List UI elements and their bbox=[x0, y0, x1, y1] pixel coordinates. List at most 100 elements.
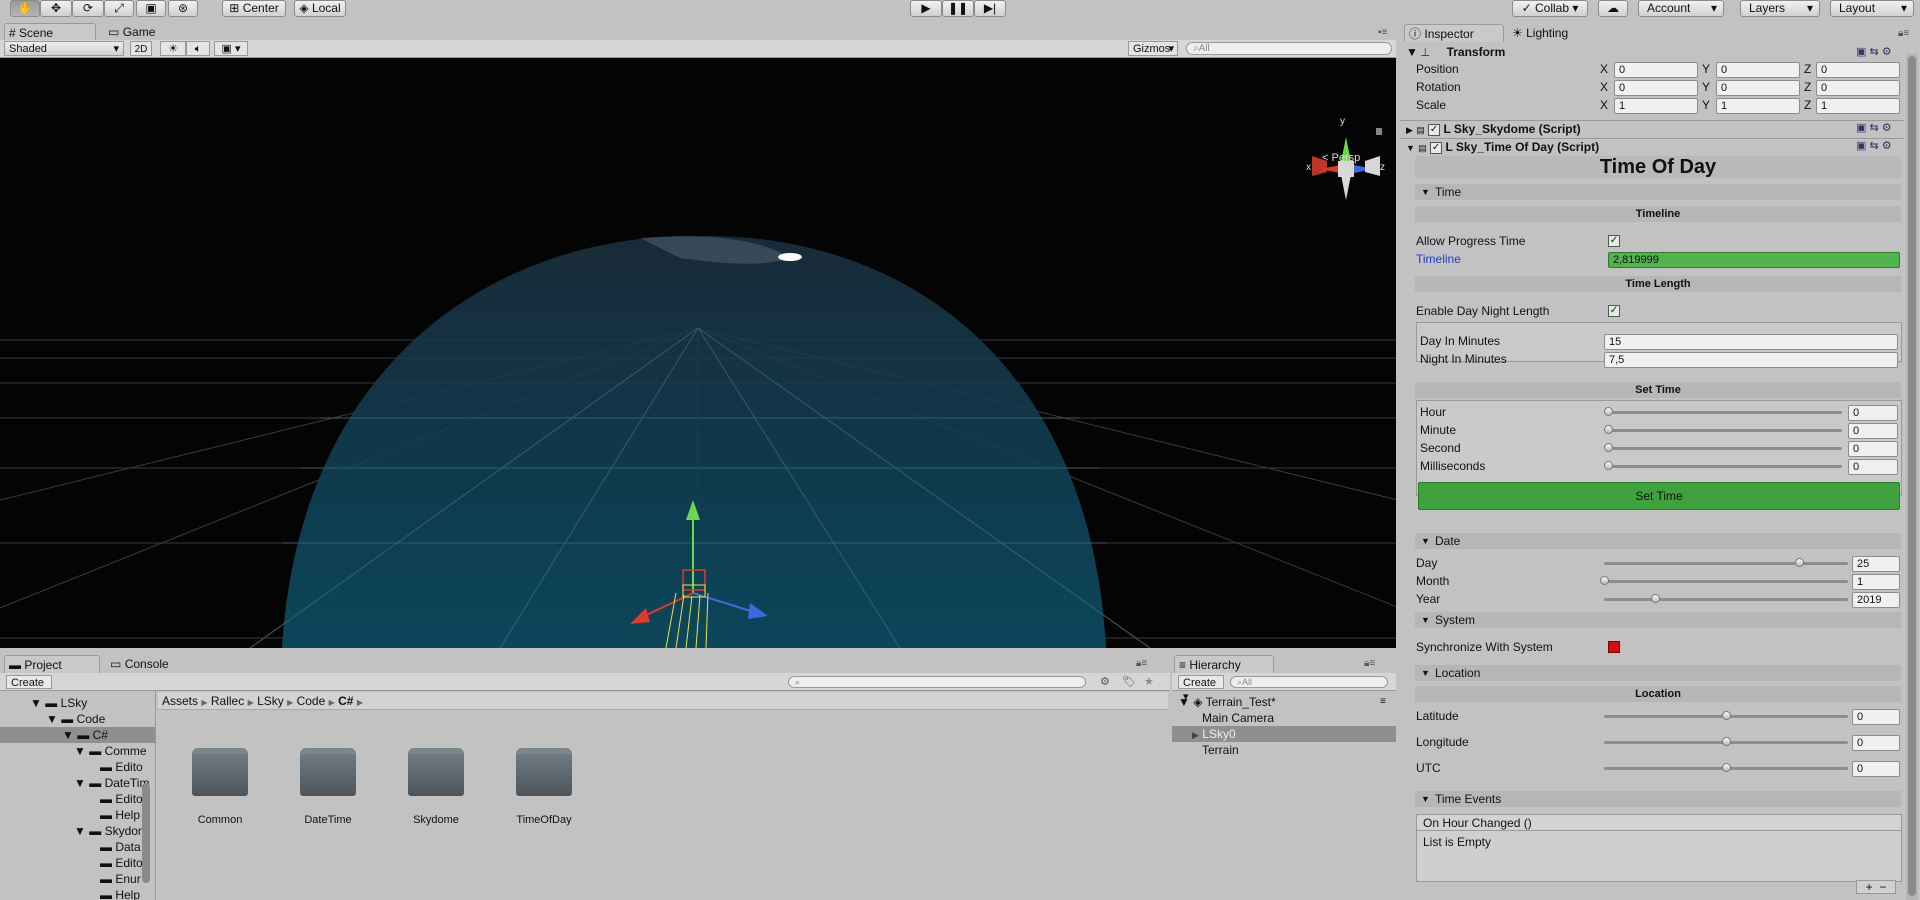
scene-audio-button[interactable]: 🔈︎ bbox=[186, 41, 210, 56]
scale-x-field[interactable]: 1 bbox=[1614, 98, 1698, 114]
location-field[interactable]: 0 bbox=[1852, 761, 1900, 777]
step-button[interactable]: ▶| bbox=[974, 0, 1006, 17]
location-field[interactable]: 0 bbox=[1852, 735, 1900, 751]
scene-lighting-button[interactable]: ☀ bbox=[160, 41, 186, 56]
scene-menu-icon[interactable]: ≡ bbox=[1380, 696, 1386, 707]
tab-lighting[interactable]: ☀ Lighting bbox=[1508, 24, 1598, 42]
date-slider[interactable] bbox=[1604, 580, 1848, 583]
breadcrumb-item[interactable]: Assets bbox=[162, 694, 198, 708]
help-icon[interactable]: ▣ ⇆ ⚙ bbox=[1856, 45, 1892, 58]
tab-game[interactable]: ▭ Game bbox=[104, 23, 174, 41]
tree-item-skydome-enum[interactable]: ▬ Enur bbox=[100, 871, 141, 887]
layout-dropdown[interactable]: Layout ▾ bbox=[1830, 0, 1914, 17]
set-time-slider[interactable] bbox=[1608, 429, 1842, 432]
gizmos-dropdown[interactable]: Gizmos ▾ bbox=[1128, 41, 1178, 56]
timeline-field[interactable]: 2,819999 bbox=[1608, 252, 1900, 268]
cloud-button[interactable]: ☁ bbox=[1598, 0, 1628, 17]
scrollbar-thumb[interactable] bbox=[1908, 56, 1916, 896]
set-time-button[interactable]: Set Time bbox=[1418, 482, 1900, 510]
set-time-slider[interactable] bbox=[1608, 411, 1842, 414]
tree-item-common[interactable]: ▼ ▬ Comme bbox=[74, 743, 147, 759]
set-time-field[interactable]: 0 bbox=[1848, 423, 1898, 439]
position-y-field[interactable]: 0 bbox=[1716, 62, 1800, 78]
location-field[interactable]: 0 bbox=[1852, 709, 1900, 725]
tab-hierarchy[interactable]: ≡ Hierarchy bbox=[1174, 655, 1274, 673]
date-slider-knob[interactable] bbox=[1600, 576, 1609, 585]
scene-search-input[interactable]: ⌕All bbox=[1186, 42, 1392, 55]
scale-z-field[interactable]: 1 bbox=[1816, 98, 1900, 114]
collab-dropdown[interactable]: ✓ Collab ▾ bbox=[1512, 0, 1588, 17]
lock-icon[interactable]: 🔒︎≡ bbox=[1898, 28, 1909, 39]
lock-icon[interactable]: 🔒︎≡ bbox=[1364, 658, 1375, 669]
pause-button[interactable]: ❚❚ bbox=[942, 0, 974, 17]
hierarchy-item-lsky0[interactable]: ▶ LSky0 bbox=[1172, 726, 1396, 742]
tree-item-skydome[interactable]: ▼ ▬ Skydon bbox=[74, 823, 145, 839]
tree-item-skydome-editor[interactable]: ▬ Edito bbox=[100, 855, 143, 871]
project-search-input[interactable]: ⌕ bbox=[788, 676, 1086, 688]
tab-inspector[interactable]: ⓘ Inspector bbox=[1404, 24, 1504, 42]
night-in-minutes-field[interactable]: 7,5 bbox=[1604, 352, 1898, 368]
transform-tool-button[interactable]: ⊛ bbox=[168, 0, 198, 17]
tab-project[interactable]: ▬ Project bbox=[4, 655, 100, 673]
day-in-minutes-field[interactable]: 15 bbox=[1604, 334, 1898, 350]
set-time-slider-knob[interactable] bbox=[1604, 443, 1613, 452]
breadcrumb-item[interactable]: LSky bbox=[257, 694, 284, 708]
date-slider[interactable] bbox=[1604, 598, 1848, 601]
set-time-field[interactable]: 0 bbox=[1848, 441, 1898, 457]
transform-header[interactable]: ▼ ⟂ Transform bbox=[1400, 44, 1904, 60]
tree-scrollbar[interactable] bbox=[142, 783, 150, 883]
folder-skydome[interactable] bbox=[406, 746, 466, 796]
layers-dropdown[interactable]: Layers ▾ bbox=[1740, 0, 1820, 17]
date-section-header[interactable]: ▼ Date bbox=[1415, 533, 1901, 549]
location-section-header[interactable]: ▼ Location bbox=[1415, 665, 1901, 681]
skydome-enabled-checkbox[interactable]: ✓ bbox=[1428, 123, 1441, 136]
set-time-slider-knob[interactable] bbox=[1604, 407, 1613, 416]
breadcrumb-item[interactable]: Rallec bbox=[211, 694, 244, 708]
date-field[interactable]: 1 bbox=[1852, 574, 1900, 590]
move-tool-button[interactable]: ✥ bbox=[40, 0, 72, 17]
tree-item-datetime-help[interactable]: ▬ Help bbox=[100, 807, 140, 823]
date-slider[interactable] bbox=[1604, 562, 1848, 565]
shading-mode-dropdown[interactable]: Shaded ▾ bbox=[4, 41, 124, 56]
hand-tool-button[interactable]: ✋ bbox=[10, 0, 40, 17]
orientation-gizmo[interactable] bbox=[1312, 128, 1382, 200]
allow-progress-checkbox[interactable]: ✓ bbox=[1608, 235, 1620, 247]
date-field[interactable]: 25 bbox=[1852, 556, 1900, 572]
hierarchy-scene-root[interactable]: ▼ ◈ Terrain_Test* bbox=[1178, 694, 1276, 710]
folder-common[interactable] bbox=[190, 746, 250, 796]
tree-item-skydome-data[interactable]: ▬ Data bbox=[100, 839, 141, 855]
rotate-tool-button[interactable]: ⟳ bbox=[72, 0, 104, 17]
date-slider-knob[interactable] bbox=[1651, 594, 1661, 603]
project-create-dropdown[interactable]: Create ▾ bbox=[6, 675, 52, 703]
toggle-2d-button[interactable]: 2D bbox=[130, 41, 152, 56]
tree-item-skydome-help[interactable]: ▬ Help bbox=[100, 887, 140, 900]
rotation-y-field[interactable]: 0 bbox=[1716, 80, 1800, 96]
date-slider-knob[interactable] bbox=[1795, 558, 1805, 567]
set-time-slider-knob[interactable] bbox=[1604, 425, 1613, 434]
scale-y-field[interactable]: 1 bbox=[1716, 98, 1800, 114]
tree-item-code[interactable]: ▼ ▬ Code bbox=[46, 711, 105, 727]
time-events-section-header[interactable]: ▼ Time Events bbox=[1415, 791, 1901, 807]
timeofday-script-header[interactable]: ▼ ▤ ✓ L Sky_Time Of Day (Script) bbox=[1400, 138, 1904, 154]
skydome-script-header[interactable]: ▶ ▤ ✓ L Sky_Skydome (Script) bbox=[1400, 120, 1904, 136]
remove-event-button[interactable]: − bbox=[1879, 880, 1886, 894]
set-time-field[interactable]: 0 bbox=[1848, 459, 1898, 475]
tab-console[interactable]: ▭ Console bbox=[106, 655, 186, 673]
tab-scene[interactable]: # Scene bbox=[4, 23, 96, 41]
location-slider-knob[interactable] bbox=[1722, 737, 1731, 746]
add-event-button[interactable]: + bbox=[1866, 880, 1873, 894]
account-dropdown[interactable]: Account ▾ bbox=[1638, 0, 1724, 17]
position-x-field[interactable]: 0 bbox=[1614, 62, 1698, 78]
folder-timeofday[interactable] bbox=[514, 746, 574, 796]
lock-icon[interactable]: 🔒︎≡ bbox=[1136, 658, 1147, 669]
tree-item-datetime-editor[interactable]: ▬ Edito bbox=[100, 791, 143, 807]
tree-item-common-editor[interactable]: ▬ Edito bbox=[100, 759, 143, 775]
position-z-field[interactable]: 0 bbox=[1816, 62, 1900, 78]
tree-item-lsky[interactable]: ▼ ▬ LSky bbox=[30, 695, 87, 711]
breadcrumb-item[interactable]: C# bbox=[338, 694, 353, 708]
scene-viewport[interactable]: y x z < Persp bbox=[0, 58, 1396, 648]
pivot-center-button[interactable]: ⊞ Center bbox=[222, 0, 286, 17]
component-menu-icon[interactable]: ▣ ⇆ ⚙ bbox=[1856, 139, 1892, 152]
tree-item-csharp[interactable]: ▼ ▬ C# bbox=[0, 727, 155, 743]
scene-effects-dropdown[interactable]: ▣ ▾ bbox=[214, 41, 248, 56]
